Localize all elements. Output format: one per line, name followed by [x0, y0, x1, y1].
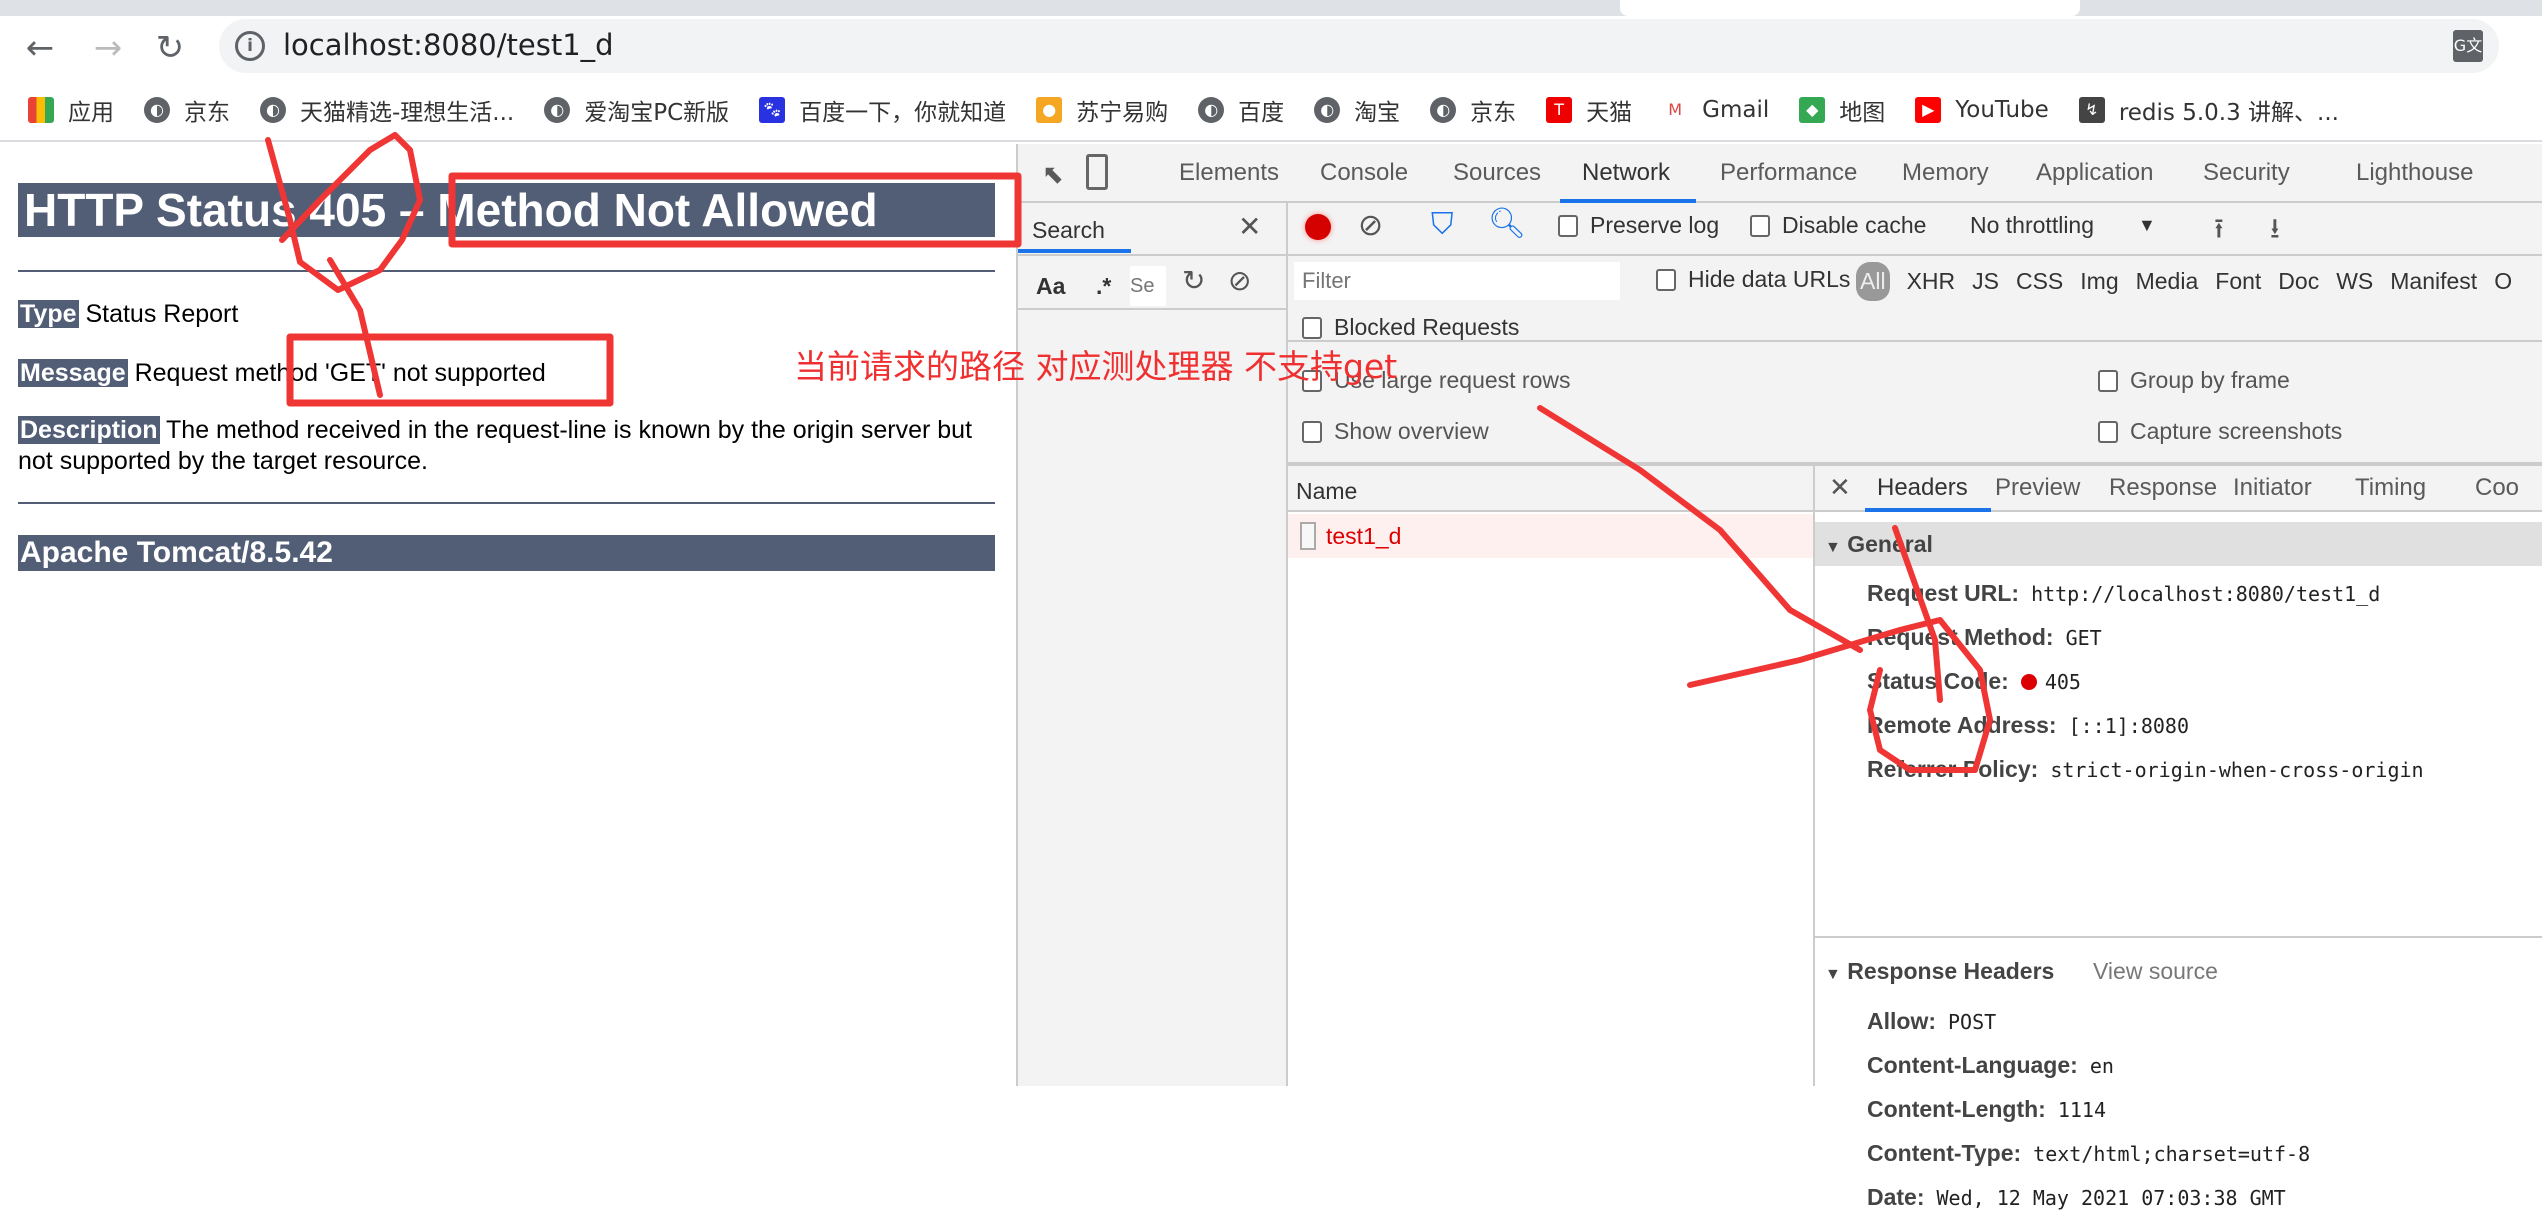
arrow-line-devtools: [1537, 405, 1863, 653]
stroke-general: [1892, 525, 1943, 703]
header-row: Date: Wed, 12 May 2021 07:03:38 GMT: [1867, 1184, 2286, 1211]
highlight-box-title: [448, 172, 1022, 248]
header-value: text/html;charset=utf-8: [2033, 1141, 2311, 1166]
header-key: Date:: [1867, 1184, 1925, 1210]
header-value: Wed, 12 May 2021 07:03:38 GMT: [1936, 1185, 2286, 1210]
highlight-box-message: [286, 333, 614, 407]
header-row: Content-Length: 1114: [1867, 1096, 2106, 1123]
scribble-circle-405: [265, 132, 423, 293]
header-value: 1114: [2057, 1097, 2107, 1122]
arrow-line-status: [1687, 617, 1993, 773]
header-key: Content-Length:: [1867, 1096, 2046, 1122]
header-key: Content-Type:: [1867, 1140, 2022, 1166]
red-annotation-strokes: [265, 132, 1993, 773]
header-row: Content-Type: text/html;charset=utf-8: [1867, 1140, 2310, 1167]
